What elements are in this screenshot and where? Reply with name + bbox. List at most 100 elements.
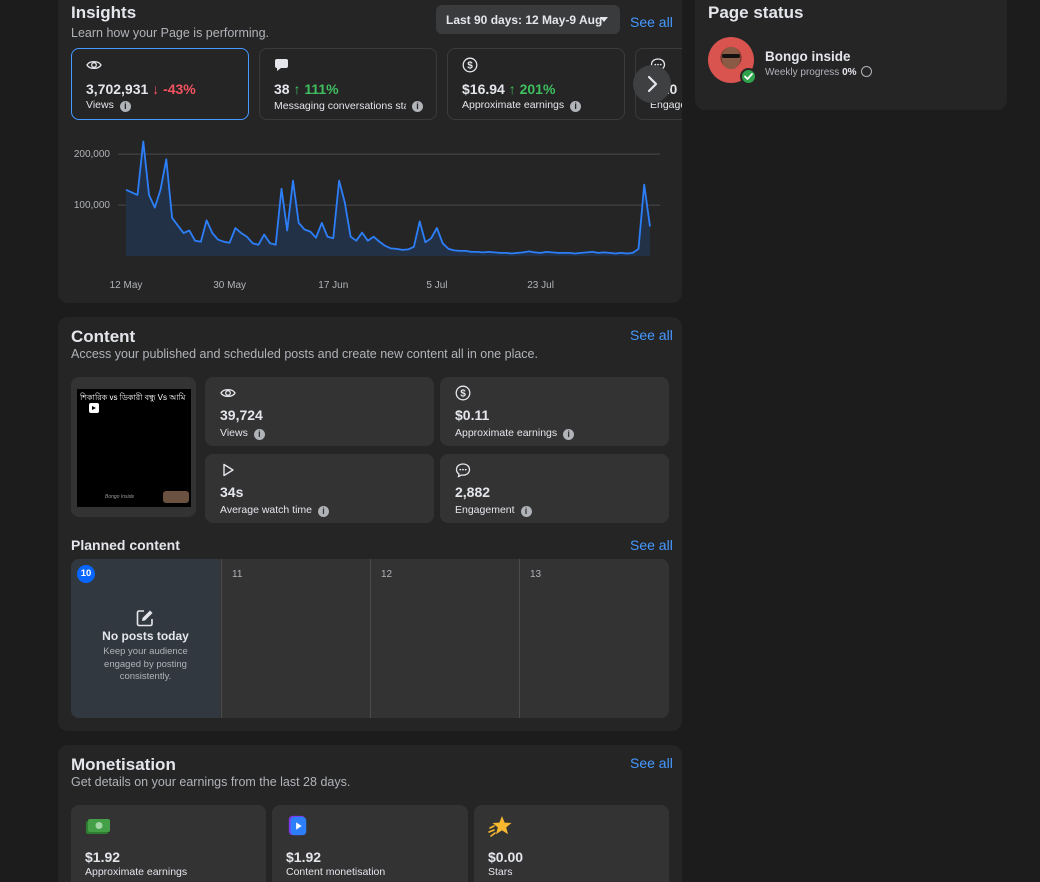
metric-change: ↑ 201% xyxy=(508,81,556,97)
info-icon[interactable]: i xyxy=(318,506,330,517)
metric-value: 38 xyxy=(274,81,290,97)
carousel-next-button[interactable] xyxy=(633,65,671,103)
play-icon xyxy=(223,463,234,477)
y-tick-label: 100,000 xyxy=(74,200,111,211)
avatar-glasses xyxy=(722,54,740,58)
metric-change: ↑ 111% xyxy=(293,81,339,97)
post-thumbnail-frame[interactable]: শিকারিক vs ডিকারী বন্ধু Vs আমি Bongo Ins… xyxy=(71,377,196,517)
calendar-day-number: 12 xyxy=(381,569,393,580)
monetisation-value: $1.92 xyxy=(286,849,322,865)
info-icon[interactable]: i xyxy=(119,101,131,112)
stat-value: $0.11 xyxy=(455,407,490,423)
info-icon[interactable]: i xyxy=(253,429,265,440)
metric-views[interactable]: 3,702,931 ↓ -43% Views i xyxy=(71,48,249,120)
chevron-right-icon xyxy=(647,75,658,93)
views-area xyxy=(126,141,650,256)
cash-icon xyxy=(86,819,110,834)
page-status-title: Page status xyxy=(708,3,804,22)
page-status-card: Page status Bongo inside Weekly progress… xyxy=(695,0,1007,110)
video-play-icon xyxy=(288,815,307,836)
eye-icon xyxy=(220,388,236,398)
insights-card: Insights Learn how your Page is performi… xyxy=(58,0,682,303)
calendar-day[interactable]: 12 xyxy=(370,559,519,718)
caret-down-icon xyxy=(600,17,608,22)
today-badge: 10 xyxy=(77,565,95,583)
stat-earnings[interactable]: $ $0.11 Approximate earnings i xyxy=(440,377,669,446)
stat-label: Approximate earnings xyxy=(455,427,558,439)
calendar-day[interactable]: 11 xyxy=(221,559,370,718)
metric-value: $16.94 xyxy=(462,81,505,97)
insights-see-all-link[interactable]: See all xyxy=(630,14,673,30)
info-icon[interactable]: i xyxy=(570,101,582,112)
reel-icon xyxy=(89,403,99,413)
metric-earnings[interactable]: $ $16.94 ↑ 201% Approximate earnings i xyxy=(447,48,625,120)
x-tick-label: 12 May xyxy=(110,280,143,291)
star-icon xyxy=(488,816,512,837)
metric-label: Approximate earnings xyxy=(462,99,565,111)
thumbnail-footer: Bongo Inside xyxy=(105,494,135,500)
svg-text:$: $ xyxy=(467,61,473,72)
calendar-day-number: 13 xyxy=(530,569,542,580)
weekly-progress-value: 0% xyxy=(842,67,857,78)
planned-see-all-link[interactable]: See all xyxy=(630,537,673,553)
progress-ring-icon xyxy=(861,66,873,77)
weekly-progress: Weekly progress 0% xyxy=(765,66,873,78)
thumbnail-figures xyxy=(163,491,189,503)
x-tick-label: 17 Jun xyxy=(318,280,348,291)
monetisation-see-all-link[interactable]: See all xyxy=(630,755,673,771)
calendar-day[interactable]: 13 xyxy=(519,559,669,718)
no-posts-title: No posts today xyxy=(102,629,189,643)
calendar-day-today[interactable]: 10 No posts today Keep your audience eng… xyxy=(71,559,220,718)
content-card: Content Access your published and schedu… xyxy=(58,317,682,731)
date-range-label: Last 90 days: 12 May-9 Aug xyxy=(446,13,603,27)
eye-icon xyxy=(86,60,102,70)
svg-text:$: $ xyxy=(460,389,466,400)
calendar-day-number: 11 xyxy=(232,569,243,580)
info-icon[interactable]: i xyxy=(412,101,423,112)
stat-value: 2,882 xyxy=(455,484,491,500)
metric-messaging[interactable]: 38 ↑ 111% Messaging conversations starte… xyxy=(259,48,437,120)
monetisation-stars-card[interactable]: $0.00 Stars xyxy=(474,805,669,882)
dollar-icon: $ xyxy=(455,385,471,401)
metric-label: Messaging conversations started xyxy=(274,100,406,112)
monetisation-earnings-card[interactable]: $1.92 Approximate earnings xyxy=(71,805,266,882)
stat-engagement[interactable]: 2,882 Engagement i xyxy=(440,454,669,523)
info-icon[interactable]: i xyxy=(520,506,532,517)
stat-views[interactable]: 39,724 Views i xyxy=(205,377,434,446)
stat-watch-time[interactable]: 34s Average watch time i xyxy=(205,454,434,523)
stat-value: 34s xyxy=(220,484,244,500)
info-icon[interactable]: i xyxy=(563,429,575,440)
monetisation-title: Monetisation xyxy=(71,755,176,774)
stat-label: Engagement xyxy=(455,504,515,516)
planned-calendar: 10 No posts today Keep your audience eng… xyxy=(71,559,669,718)
views-chart: 100,000 200,000 12 May 30 May 17 Jun 5 Jul 23 … xyxy=(74,140,660,291)
monetisation-subtitle: Get details on your earnings from the la… xyxy=(71,775,351,789)
no-posts-text: Keep your audience engaged by posting co… xyxy=(103,646,188,682)
compose-icon xyxy=(136,610,153,627)
x-tick-label: 5 Jul xyxy=(426,280,447,291)
monetisation-value: $1.92 xyxy=(85,849,121,865)
monetisation-label: Approximate earnings xyxy=(85,866,188,878)
monetisation-label: Stars xyxy=(488,866,513,878)
chat-icon xyxy=(275,59,288,71)
stat-value: 39,724 xyxy=(220,407,263,423)
verified-check-icon xyxy=(740,68,757,85)
planned-content-title: Planned content xyxy=(71,537,180,553)
engagement-icon xyxy=(455,463,471,478)
metric-change: ↓ -43% xyxy=(152,81,196,97)
x-tick-label: 30 May xyxy=(213,280,246,291)
dollar-icon: $ xyxy=(462,57,478,73)
date-range-dropdown[interactable]: Last 90 days: 12 May-9 Aug xyxy=(436,5,620,34)
page-name[interactable]: Bongo inside xyxy=(765,49,851,64)
insights-subtitle: Learn how your Page is performing. xyxy=(71,26,270,40)
monetisation-label: Content monetisation xyxy=(286,866,386,878)
monetisation-content-card[interactable]: $1.92 Content monetisation xyxy=(272,805,468,882)
monetisation-value: $0.00 xyxy=(488,849,524,865)
metric-label: Views xyxy=(86,99,114,111)
post-thumbnail: শিকারিক vs ডিকারী বন্ধু Vs আমি Bongo Ins… xyxy=(77,389,191,507)
insights-title: Insights xyxy=(71,3,137,22)
stat-label: Views xyxy=(220,427,248,439)
content-see-all-link[interactable]: See all xyxy=(630,327,673,343)
content-subtitle: Access your published and scheduled post… xyxy=(71,347,538,361)
x-tick-label: 23 Jul xyxy=(527,280,554,291)
